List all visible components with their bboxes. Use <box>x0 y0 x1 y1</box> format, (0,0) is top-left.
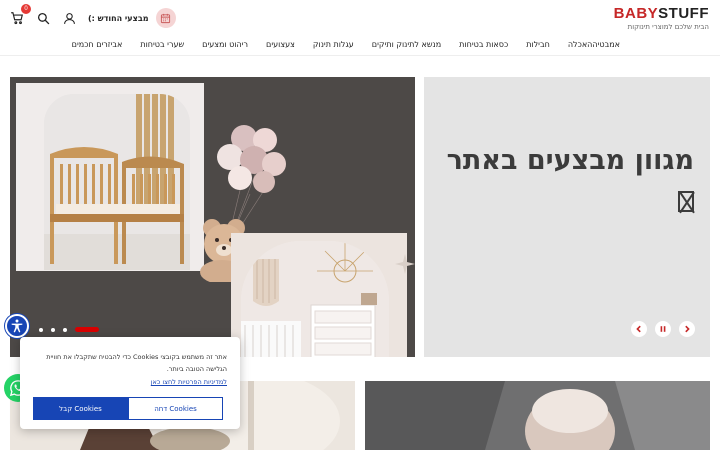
hero-text-panel: מגוון מבצעים באתר <box>424 77 710 357</box>
reject-cookies-button[interactable]: דחה Cookies <box>128 397 223 420</box>
nav-item-car-seats[interactable]: כסאות בטיחות <box>459 40 508 49</box>
nav-item-feeding[interactable]: האכלה <box>568 40 593 49</box>
slider-pause-button[interactable] <box>655 321 671 337</box>
cart-icon <box>11 12 23 25</box>
slider-prev-button[interactable] <box>631 321 647 337</box>
cart-count-badge: 0 <box>21 4 31 14</box>
monthly-deals-link[interactable]: מבצעי החודש :) <box>88 8 176 28</box>
pause-icon <box>660 326 666 332</box>
nav-item-safety-gates[interactable]: שערי בטיחות <box>140 40 184 49</box>
nav-item-furniture-bedding[interactable]: ריהוט ומצעים <box>202 40 248 49</box>
monthly-deals-label: מבצעי החודש :) <box>88 13 149 23</box>
slider-next-button[interactable] <box>679 321 695 337</box>
search-button[interactable] <box>34 9 52 27</box>
category-tile-strollers[interactable] <box>365 381 710 450</box>
nav-item-bath[interactable]: אמבטיה <box>592 40 620 49</box>
nav-item-bundles[interactable]: חבילות <box>526 40 550 49</box>
chevron-left-icon <box>636 325 641 333</box>
nav-item-smart-accessories[interactable]: אביזרים חכמים <box>72 40 123 49</box>
accept-cookies-button[interactable]: קבל Cookies <box>33 397 128 420</box>
missing-glyph-box <box>678 191 694 212</box>
nav-item-carriers-bags[interactable]: מנשא לתינוק ותיקים <box>372 40 441 49</box>
main-navigation: אמבטיה האכלה חבילות כסאות בטיחות מנשא לת… <box>54 37 620 51</box>
site-logo[interactable]: BABYSTUFF הבית שלכם למוצרי תינוקות <box>614 6 709 31</box>
cookie-message: אתר זה משתמש בקובצי Cookies כדי להבטיח ש… <box>46 353 227 373</box>
nursery-room-frame <box>241 241 389 357</box>
slider-dot-active[interactable] <box>75 327 99 332</box>
nav-item-toys[interactable]: צעצועים <box>266 40 295 49</box>
slider-dot[interactable] <box>39 327 43 332</box>
page: BABYSTUFF הבית שלכם למוצרי תינוקות 0 מבצ… <box>0 0 720 450</box>
accessibility-button[interactable] <box>5 314 29 338</box>
slider-dots <box>39 327 99 332</box>
hero-heading-text: מגוון מבצעים באתר <box>446 145 694 176</box>
slider-dot[interactable] <box>63 327 67 332</box>
privacy-policy-link[interactable]: למדיניות הפרטיות לחצו כאן <box>151 378 227 386</box>
hero-image-panel <box>10 77 415 357</box>
hero-heading: מגוון מבצעים באתר <box>434 141 694 221</box>
logo-stuff-text: STUFF <box>658 5 709 22</box>
user-icon <box>63 12 75 24</box>
nav-item-strollers[interactable]: עגלות תינוק <box>313 40 354 49</box>
logo-tagline: הבית שלכם למוצרי תינוקות <box>627 23 709 31</box>
search-icon <box>37 12 49 24</box>
header-icons: 0 <box>8 4 78 28</box>
site-header: BABYSTUFF הבית שלכם למוצרי תינוקות 0 מבצ… <box>0 0 720 36</box>
nav-divider <box>0 55 720 56</box>
promo-calendar-icon <box>155 8 176 28</box>
chevron-right-icon <box>685 325 690 333</box>
slider-dot[interactable] <box>51 327 55 332</box>
cart-button[interactable]: 0 <box>8 4 31 27</box>
crib-photo-frame <box>44 94 190 270</box>
accessibility-icon <box>11 319 23 333</box>
logo-baby-text: BABY <box>613 5 659 22</box>
cookie-consent-popup: אתר זה משתמש בקובצי Cookies כדי להבטיח ש… <box>20 337 240 429</box>
sparkle-decoration <box>395 254 415 274</box>
account-button[interactable] <box>60 9 78 27</box>
cookie-buttons: קבל Cookies דחה Cookies <box>33 397 223 420</box>
nursery-room-photo <box>231 233 407 357</box>
